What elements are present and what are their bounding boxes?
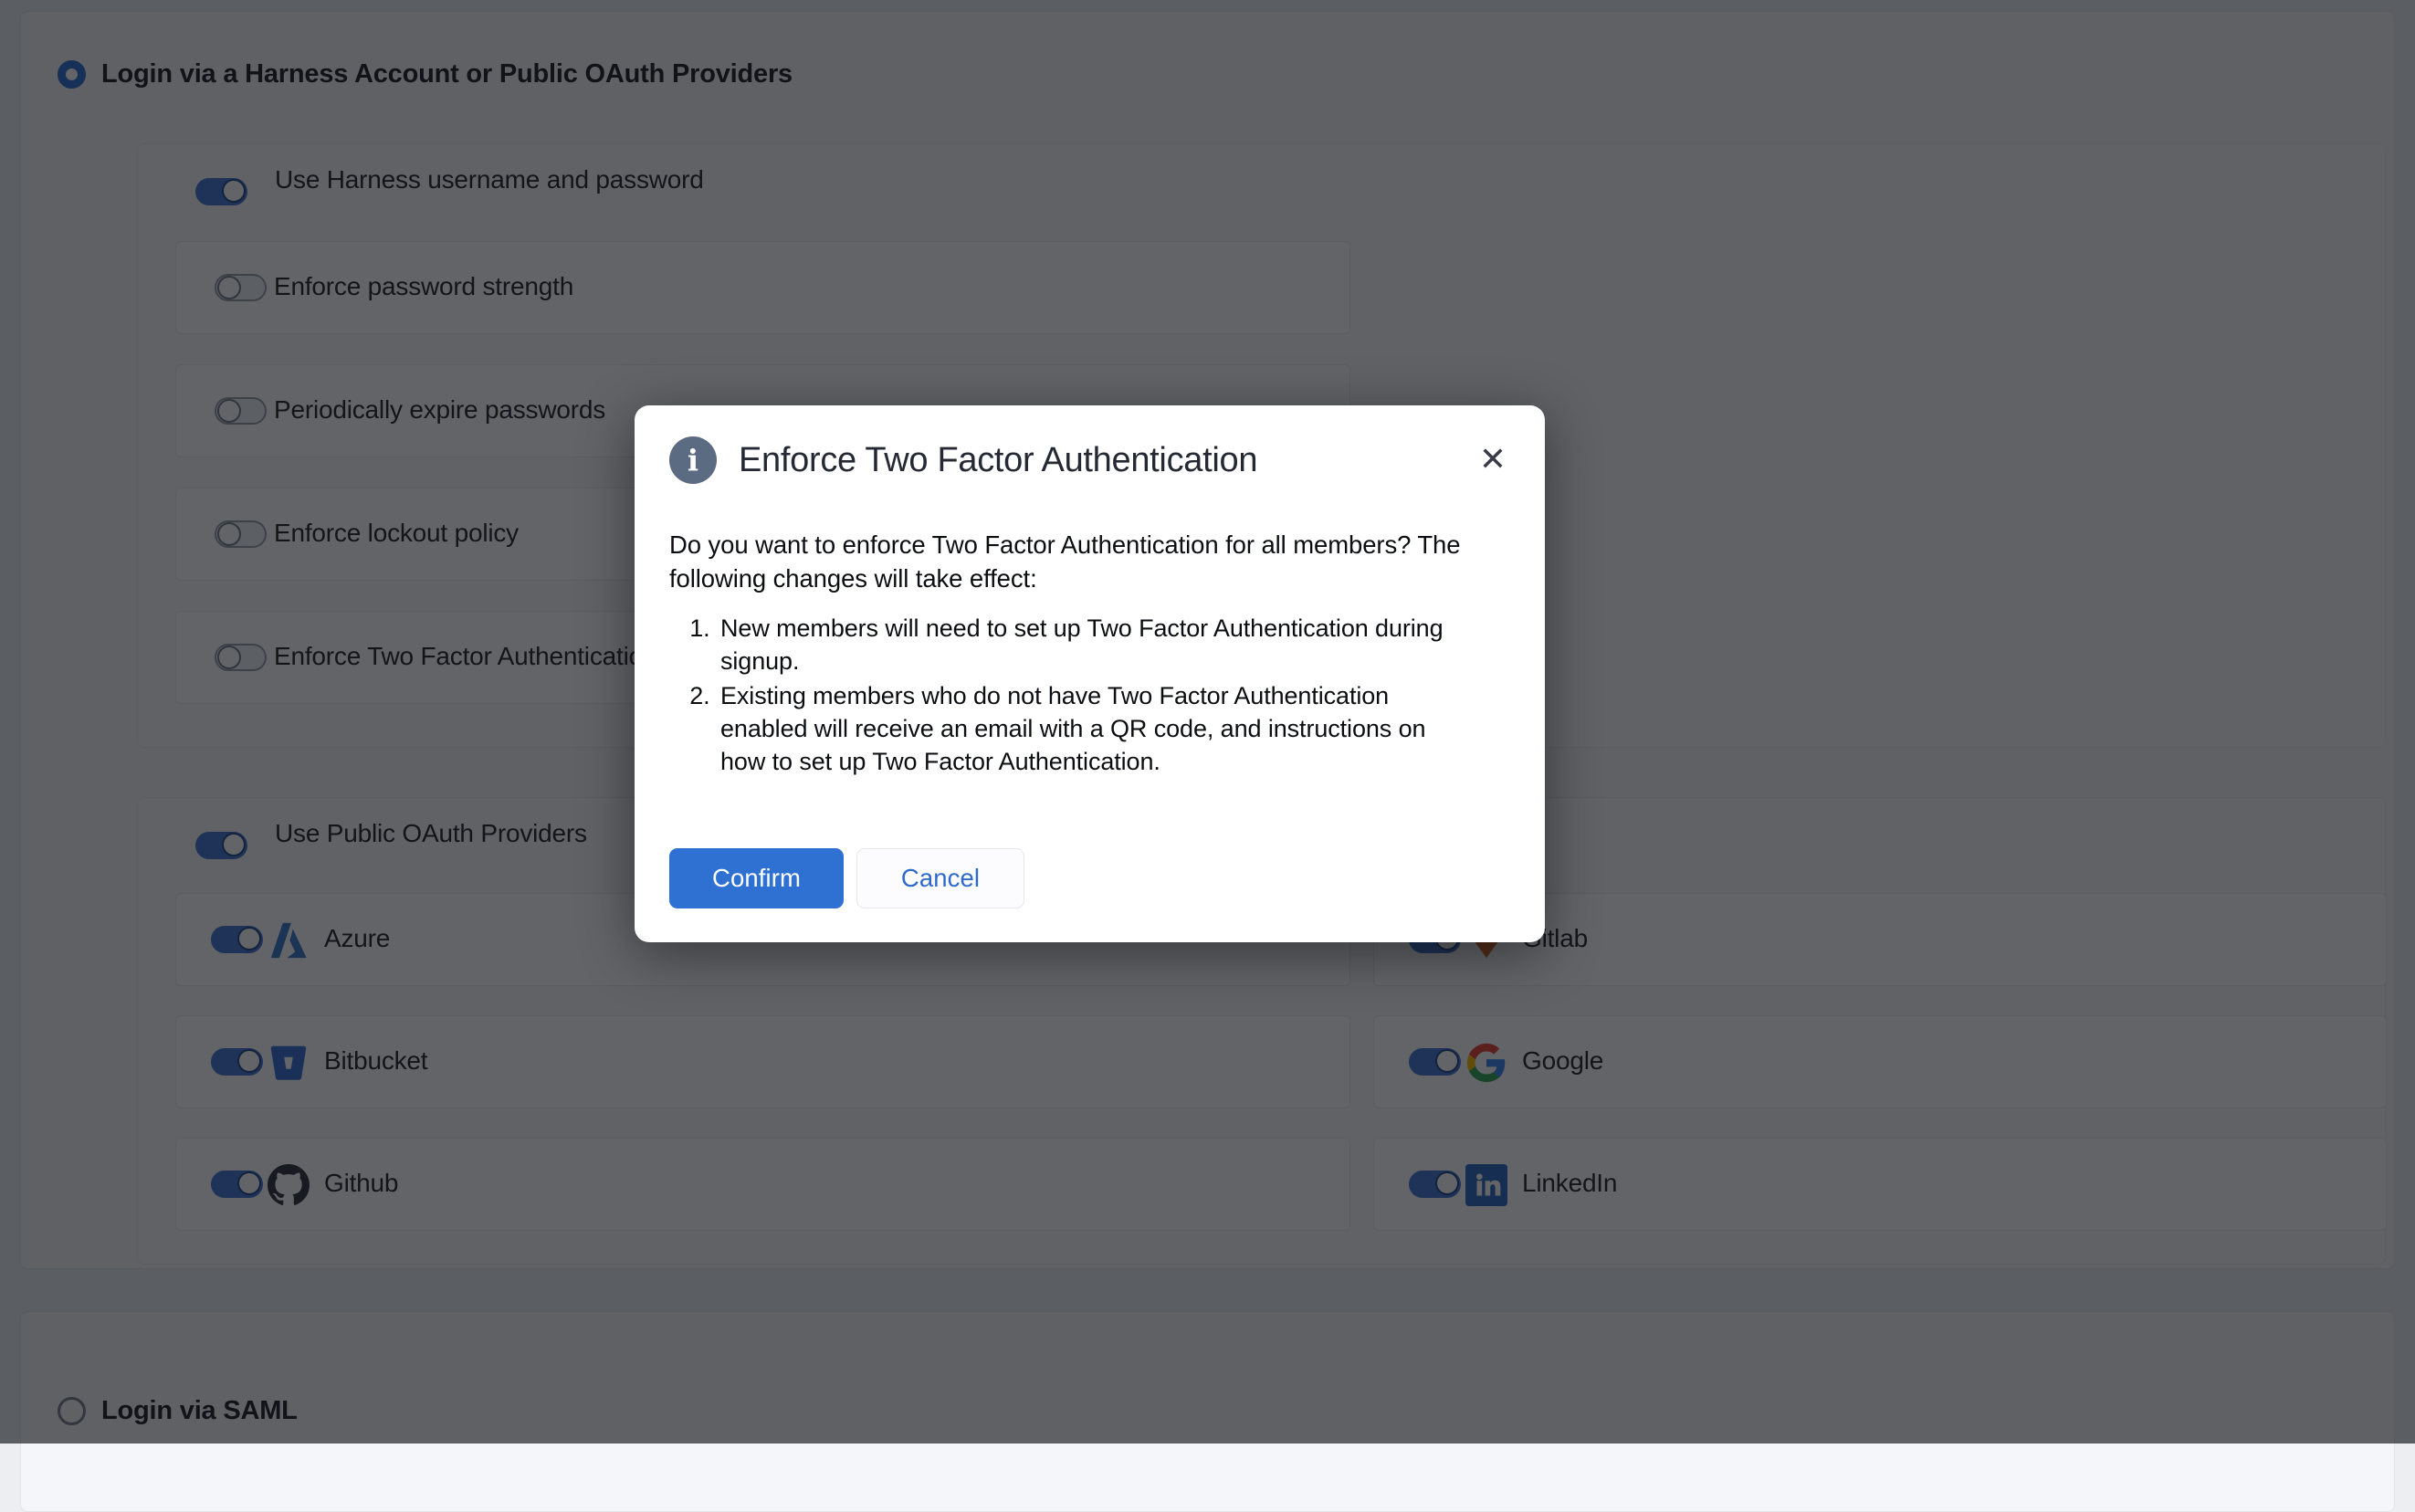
confirm-button[interactable]: Confirm [669,848,844,908]
cancel-button[interactable]: Cancel [856,848,1024,908]
close-icon[interactable]: ✕ [1475,440,1510,480]
list-item: Existing members who do not have Two Fac… [717,679,1473,778]
dialog-intro-text: Do you want to enforce Two Factor Authen… [669,528,1509,595]
info-icon: i [669,436,717,484]
dialog-header: i Enforce Two Factor Authentication ✕ [669,436,1510,484]
dialog-change-list: New members will need to set up Two Fact… [669,612,1473,780]
dialog-footer: Confirm Cancel [669,848,1024,908]
list-item: New members will need to set up Two Fact… [717,612,1473,677]
enforce-2fa-dialog: i Enforce Two Factor Authentication ✕ Do… [635,405,1545,942]
dialog-title: Enforce Two Factor Authentication [739,441,1257,480]
